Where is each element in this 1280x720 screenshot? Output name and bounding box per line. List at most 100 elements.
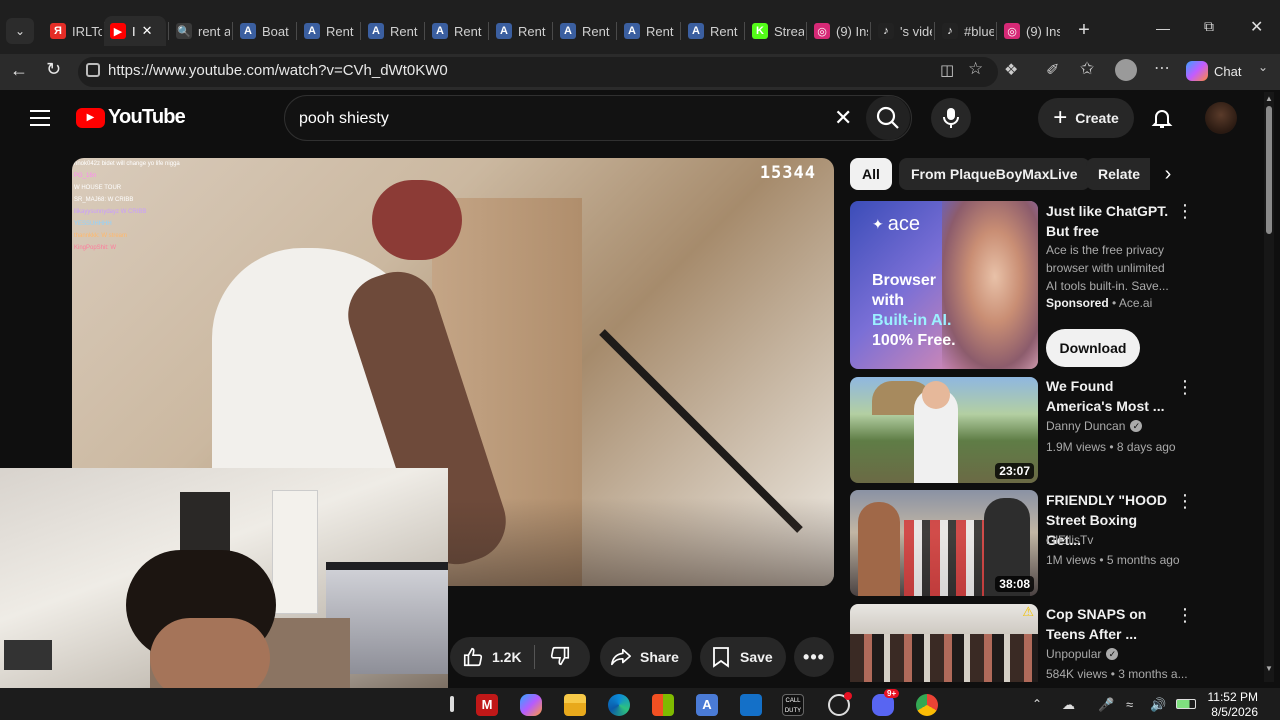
wifi-icon[interactable]: ≈: [1126, 697, 1133, 712]
clock[interactable]: 11:52 PM 8/5/2026: [1206, 690, 1258, 720]
youtube-logo[interactable]: ▶ YouTube: [76, 106, 186, 129]
browser-tab[interactable]: A Rent: [682, 16, 742, 46]
voice-search-button[interactable]: [931, 98, 971, 138]
file-explorer-icon[interactable]: [564, 694, 586, 716]
tab-separator: [680, 22, 681, 40]
recommendation-title[interactable]: We Found America's Most ...: [1046, 376, 1174, 416]
recommendation-thumbnail[interactable]: 38:08: [850, 490, 1038, 596]
recommendation-title[interactable]: Cop SNAPS on Teens After ...: [1046, 604, 1174, 644]
browser-tab[interactable]: A Rent: [618, 16, 678, 46]
ad-kebab-menu[interactable]: ⋮: [1176, 202, 1194, 220]
ad-thumbnail[interactable]: ✦ ace Browser with Built-in AI. 100% Fre…: [850, 201, 1038, 369]
channel-name[interactable]: LilEllisTv: [1046, 533, 1093, 547]
profile-avatar[interactable]: [1115, 59, 1137, 81]
browser-tab[interactable]: K Strear: [746, 16, 804, 46]
chip-from-channel[interactable]: From PlaqueBoyMaxLive: [899, 158, 1090, 190]
copilot-chat-button[interactable]: Chat: [1186, 58, 1241, 84]
tab-label: rent a: [198, 23, 230, 39]
microsoft-store-icon[interactable]: [652, 694, 674, 716]
sidebar-chevron-icon[interactable]: ⌄: [1258, 60, 1268, 74]
refresh-icon[interactable]: ↻: [46, 59, 61, 80]
close-window-button[interactable]: ✕: [1250, 17, 1263, 37]
tab-favicon-icon: A: [624, 23, 640, 39]
sponsored-label: Sponsored: [1046, 296, 1109, 310]
recommendation-kebab-menu[interactable]: ⋮: [1176, 492, 1194, 510]
like-button[interactable]: 1.2K: [450, 646, 534, 668]
microphone-tray-icon[interactable]: 🎤: [1098, 697, 1114, 713]
recommendation-kebab-menu[interactable]: ⋮: [1176, 378, 1194, 396]
close-tab-icon[interactable]: ✕: [142, 23, 153, 39]
more-menu-icon[interactable]: ⋯: [1154, 58, 1170, 78]
download-label: Download: [1059, 340, 1127, 356]
channel-name-row[interactable]: Danny Duncan ✓: [1046, 419, 1143, 433]
share-button[interactable]: Share: [600, 637, 692, 677]
battery-icon[interactable]: [1176, 699, 1196, 709]
tab-actions-button[interactable]: ⌄: [6, 18, 34, 44]
browser-tab[interactable]: ◎ (9) Ins: [998, 16, 1060, 46]
browser-tab[interactable]: A Rent: [426, 16, 486, 46]
search-button[interactable]: [866, 96, 910, 140]
split-screen-icon[interactable]: ◫: [940, 61, 954, 79]
ad-download-button[interactable]: Download: [1046, 329, 1140, 367]
extensions-icon[interactable]: ❖: [1004, 60, 1018, 80]
menu-icon[interactable]: [30, 110, 50, 126]
ad-thumb-text: Browser with Built-in AI. 100% Free.: [872, 271, 956, 351]
browser-tab[interactable]: Я IRLToo: [44, 16, 102, 46]
bookmark-icon: [713, 647, 729, 668]
tab-separator: [424, 22, 425, 40]
chevron-up-icon[interactable]: ⌃: [1032, 697, 1042, 711]
recommendation-kebab-menu[interactable]: ⋮: [1176, 606, 1194, 624]
mail-icon[interactable]: [740, 694, 762, 716]
edge-icon[interactable]: [608, 694, 630, 716]
more-actions-button[interactable]: •••: [794, 637, 834, 677]
recommendation-thumbnail[interactable]: 23:07: [850, 377, 1038, 483]
browser-tab[interactable]: A Rent: [298, 16, 358, 46]
mcafee-icon[interactable]: M: [476, 694, 498, 716]
clear-search-icon[interactable]: ✕: [834, 105, 852, 131]
performance-icon[interactable]: ✐: [1046, 60, 1059, 80]
browser-tab[interactable]: A Boat: [234, 16, 294, 46]
restore-button[interactable]: ⧉: [1204, 18, 1214, 35]
scroll-down-icon[interactable]: ▼: [1265, 664, 1273, 673]
url-text[interactable]: https://www.youtube.com/watch?v=CVh_dWt0…: [108, 62, 448, 79]
browser-tab[interactable]: 🔍 rent a: [170, 16, 230, 46]
video-duration: 23:07: [995, 463, 1034, 479]
more-horizontal-icon: •••: [803, 646, 825, 667]
scroll-up-icon[interactable]: ▲: [1265, 94, 1273, 103]
search-input[interactable]: pooh shiesty: [299, 110, 389, 128]
tab-separator: [934, 22, 935, 40]
app-icon[interactable]: A: [696, 694, 718, 716]
chips-next-button[interactable]: ›: [1150, 158, 1186, 190]
browser-tab[interactable]: A Rent: [490, 16, 550, 46]
ad-title[interactable]: Just like ChatGPT. But free: [1046, 201, 1174, 241]
call-of-duty-icon[interactable]: CALL DUTY: [782, 694, 804, 716]
favorites-icon[interactable]: ✩: [1080, 59, 1094, 79]
chip-all[interactable]: All: [850, 158, 892, 190]
chrome-icon[interactable]: [916, 694, 938, 716]
browser-tab[interactable]: A Rent: [554, 16, 614, 46]
browser-tab[interactable]: ◎ (9) Ins: [808, 16, 868, 46]
channel-name-row[interactable]: Unpopular ✓: [1046, 647, 1119, 661]
account-avatar[interactable]: [1205, 102, 1237, 134]
create-button[interactable]: + Create: [1038, 98, 1134, 138]
site-info-icon[interactable]: [86, 63, 100, 77]
scroll-thumb[interactable]: [1266, 106, 1272, 234]
notifications-button[interactable]: [1150, 106, 1174, 135]
browser-tab[interactable]: ♪ 's vide: [872, 16, 932, 46]
chip-related[interactable]: Relate: [1086, 158, 1150, 190]
tray-app-icon[interactable]: ☁: [1062, 697, 1075, 713]
recommendation-thumbnail[interactable]: ⚠: [850, 604, 1038, 682]
page-scrollbar[interactable]: ▲ ▼: [1264, 92, 1274, 682]
new-tab-button[interactable]: +: [1072, 18, 1096, 42]
browser-tab[interactable]: A Rent: [362, 16, 422, 46]
dislike-button[interactable]: [535, 645, 571, 670]
back-icon[interactable]: ←: [10, 60, 28, 81]
save-button[interactable]: Save: [700, 637, 786, 677]
minimize-button[interactable]: —: [1156, 20, 1170, 36]
volume-icon[interactable]: 🔊: [1150, 697, 1166, 713]
browser-tab[interactable]: ▶ I ✕: [104, 16, 166, 46]
ace-logo-text: ace: [887, 213, 920, 235]
copilot-taskbar-icon[interactable]: [520, 694, 542, 716]
browser-tab[interactable]: ♪ #blue: [936, 16, 994, 46]
favorite-star-icon[interactable]: ☆: [968, 59, 983, 79]
